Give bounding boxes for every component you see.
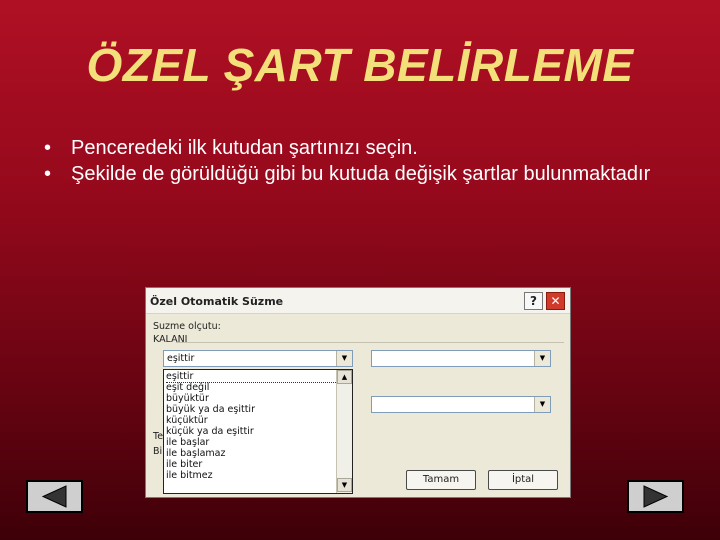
bullet-marker: • [44,137,52,159]
custom-autofilter-dialog: Özel Otomatik Süzme ? ✕ Suzme olçutu: KA… [145,287,571,498]
bullet-item: • Penceredeki ilk kutudan şartınızı seçi… [44,135,684,161]
dropdown-option[interactable]: küçük ya da eşittir [166,426,254,437]
triangle-left-icon [41,485,67,508]
bullet-text: Penceredeki ilk kutudan şartınızı seçin. [71,137,418,159]
dropdown-option[interactable]: büyük ya da eşittir [166,404,255,415]
dropdown-option[interactable]: ile biter [166,459,202,470]
bullet-list: • Penceredeki ilk kutudan şartınızı seçi… [44,135,684,187]
operator-combo-1[interactable]: eşittir ▼ [163,350,353,367]
previous-slide-button[interactable] [26,480,83,513]
dropdown-option[interactable]: eşit değil [166,382,209,393]
bullet-text: Şekilde de görüldüğü gibi bu kutuda deği… [71,163,651,185]
partial-label-or: Bi [153,446,163,457]
scroll-up-icon[interactable]: ▲ [337,370,352,384]
ok-button[interactable]: Tamam [406,470,476,490]
cancel-button[interactable]: İptal [488,470,558,490]
scroll-down-icon[interactable]: ▼ [337,478,352,492]
value-combo-1[interactable]: ▼ [371,350,551,367]
close-button[interactable]: ✕ [546,292,565,310]
chevron-down-icon[interactable]: ▼ [534,351,550,366]
chevron-down-icon[interactable]: ▼ [336,351,352,366]
dialog-title: Özel Otomatik Süzme [150,295,284,308]
dropdown-option[interactable]: ile başlar [166,437,209,448]
triangle-right-icon [643,485,669,508]
slide-title: ÖZEL ŞART BELİRLEME [86,39,634,91]
dropdown-option[interactable]: ile başlamaz [166,448,225,459]
group-divider [176,342,564,343]
chevron-down-icon[interactable]: ▼ [534,397,550,412]
operator-combo-1-value: eşittir [167,353,195,364]
field-name-label: KALANI [153,334,188,345]
operator-dropdown-list[interactable]: eşittir eşit değil büyüktür büyük ya da … [163,369,353,494]
bullet-marker: • [44,163,52,185]
bullet-item: • Şekilde de görüldüğü gibi bu kutuda de… [44,161,684,187]
dropdown-option[interactable]: küçüktür [166,415,208,426]
next-slide-button[interactable] [627,480,684,513]
dropdown-option[interactable]: ile bitmez [166,470,213,481]
dropdown-option[interactable]: büyüktür [166,393,209,404]
partial-label-and: Te [153,431,164,442]
dialog-titlebar[interactable]: Özel Otomatik Süzme ? ✕ [146,288,570,314]
help-button[interactable]: ? [524,292,543,310]
criteria-label: Suzme olçutu: [153,321,221,332]
value-combo-2[interactable]: ▼ [371,396,551,413]
dropdown-scrollbar[interactable]: ▲ ▼ [336,370,352,493]
